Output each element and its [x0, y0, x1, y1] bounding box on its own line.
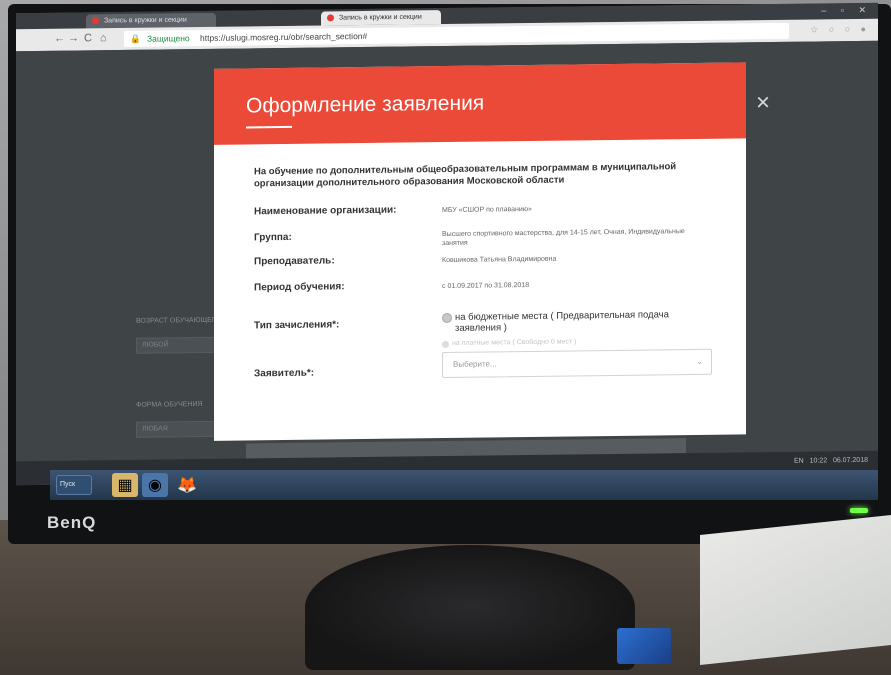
chevron-down-icon: ⌄ [696, 356, 703, 366]
system-tray[interactable]: EN 10:22 06.07.2018 [794, 457, 868, 465]
application-modal: Оформление заявления На обучение по допо… [214, 62, 746, 441]
favicon-icon [92, 17, 99, 25]
tray-date: 06.07.2018 [832, 456, 868, 465]
modal-body: На обучение по дополнительным общеобразо… [214, 138, 746, 440]
organization-label: Наименование организации: [254, 204, 397, 218]
bg-form-field: ЛЮБАЯ [136, 420, 216, 438]
applicant-select[interactable]: Выберите... ⌄ [442, 348, 712, 379]
radio-paid-label: на платные места ( Свободно 0 мест ) [452, 338, 577, 347]
period-value: с 01.09.2017 по 31.08.2018 [442, 281, 530, 291]
favicon-icon [327, 14, 334, 22]
url-text: https://uslugi.mosreg.ru/obr/search_sect… [200, 30, 368, 44]
extension-icons[interactable]: ☆ ○ ○ ● [810, 24, 870, 36]
close-icon[interactable]: × [756, 89, 770, 117]
enrollment-type-label: Тип зачисления*: [254, 319, 340, 332]
radio-paid-places: на платные места ( Свободно 0 мест ) [442, 338, 577, 349]
tab-label: Запись в кружки и секции [338, 13, 422, 22]
modal-title: Оформление заявления [246, 91, 485, 118]
title-underline [246, 125, 292, 129]
screen: Запись в кружки и секции Запись в кружки… [16, 2, 878, 486]
radio-budget-places[interactable]: на бюджетные места ( Предварительная под… [442, 309, 692, 334]
applicant-label: Заявитель*: [254, 367, 315, 380]
forward-button[interactable]: → [68, 32, 79, 44]
home-button[interactable]: ⌂ [100, 32, 107, 44]
tray-lang: EN [794, 457, 804, 465]
windows-taskbar: Пуск ▦ ◉ 🦊 [50, 470, 878, 500]
chrome-icon[interactable]: ◉ [142, 473, 168, 497]
period-label: Период обучения: [254, 281, 345, 294]
back-button[interactable]: ← [54, 33, 65, 45]
window-controls[interactable]: – ▫ ✕ [821, 5, 872, 17]
teacher-label: Преподаватель: [254, 255, 335, 268]
tab-label: Запись в кружки и секции [103, 16, 187, 25]
group-value: Высшего спортивного мастерства, для 14-1… [442, 228, 685, 248]
start-button[interactable]: Пуск [56, 475, 92, 495]
bg-age-field: ЛЮБОЙ [136, 336, 216, 354]
teacher-value: Ковшикова Татьяна Владимировна [442, 255, 557, 265]
radio-dot [442, 340, 449, 349]
modal-header: Оформление заявления [214, 62, 746, 145]
reload-button[interactable]: C [84, 32, 92, 44]
tab-2[interactable]: Запись в кружки и секции [321, 10, 441, 26]
radio-budget-label: на бюджетные места ( Предварительная под… [455, 309, 669, 334]
organization-value: МБУ «СШОР по плаванию» [442, 205, 532, 215]
explorer-icon[interactable]: ▦ [112, 473, 138, 497]
applicant-placeholder: Выберите... [453, 359, 497, 369]
monitor-brand: BenQ [47, 513, 97, 532]
bg-form-label: ФОРМА ОБУЧЕНИЯ [136, 400, 203, 409]
monitor-stand [305, 545, 635, 670]
papers [700, 514, 891, 666]
program-description: На обучение по дополнительным общеобразо… [254, 161, 677, 190]
firefox-icon[interactable]: 🦊 [174, 473, 200, 497]
tray-time: 10:22 [809, 457, 828, 465]
power-led [850, 508, 868, 513]
secure-label: Защищено [146, 33, 190, 44]
group-label: Группа: [254, 231, 292, 244]
radio-dot[interactable] [442, 312, 452, 324]
lock-icon: 🔒 [130, 33, 141, 44]
windows-sticker [617, 628, 671, 664]
